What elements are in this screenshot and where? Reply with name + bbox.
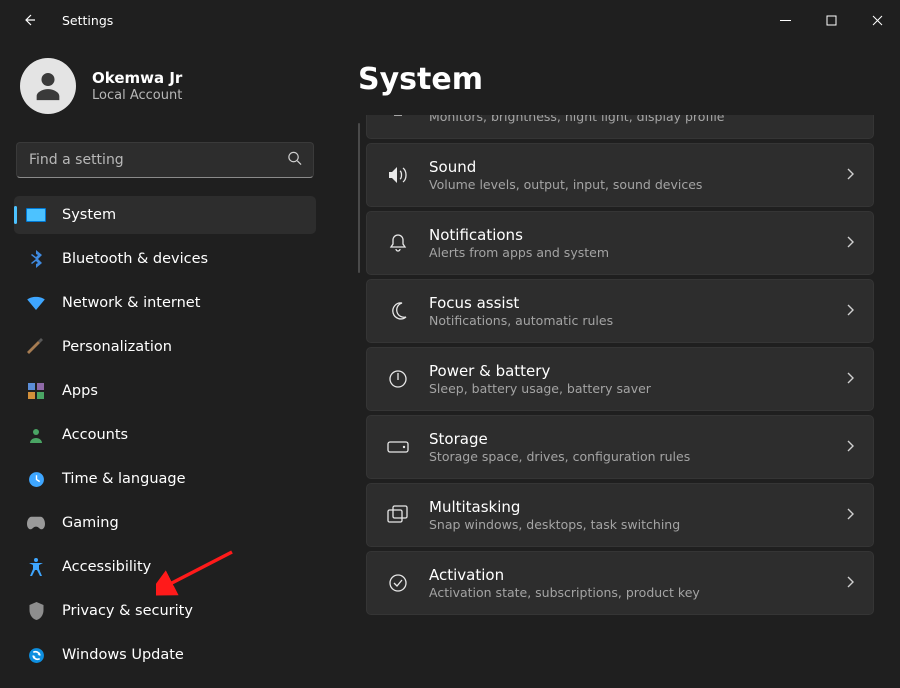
sidebar-item-label: Privacy & security [62, 603, 193, 619]
sidebar-item-label: Accessibility [62, 559, 151, 575]
back-button[interactable] [20, 10, 40, 30]
moon-icon [385, 301, 411, 321]
minimize-button[interactable] [762, 0, 808, 40]
gaming-icon [26, 513, 46, 533]
page-title: System [358, 62, 874, 97]
card-sound[interactable]: Sound Volume levels, output, input, soun… [366, 143, 874, 207]
avatar [20, 58, 76, 114]
accessibility-icon [26, 557, 46, 577]
sound-icon [385, 166, 411, 184]
card-title: Notifications [429, 226, 845, 244]
avatar-icon [31, 69, 65, 103]
storage-icon [385, 441, 411, 453]
sidebar-item-time-language[interactable]: Time & language [14, 460, 316, 498]
clock-icon [26, 469, 46, 489]
chevron-right-icon [845, 506, 855, 525]
card-focus-assist[interactable]: Focus assist Notifications, automatic ru… [366, 279, 874, 343]
sidebar-item-accounts[interactable]: Accounts [14, 416, 316, 454]
chevron-right-icon [845, 438, 855, 457]
apps-icon [26, 381, 46, 401]
chevron-right-icon [845, 574, 855, 593]
card-power-battery[interactable]: Power & battery Sleep, battery usage, ba… [366, 347, 874, 411]
sidebar-item-gaming[interactable]: Gaming [14, 504, 316, 542]
user-subtitle: Local Account [92, 88, 182, 103]
chevron-right-icon [845, 234, 855, 253]
shield-icon [26, 601, 46, 621]
card-title: Storage [429, 430, 845, 448]
minimize-icon [780, 15, 791, 26]
card-subtitle: Snap windows, desktops, task switching [429, 517, 845, 532]
card-subtitle: Activation state, subscriptions, product… [429, 585, 845, 600]
main-panel: System Display Monitors, brightness, nig… [330, 40, 900, 688]
card-title: Sound [429, 158, 845, 176]
sidebar-item-windows-update[interactable]: Windows Update [14, 636, 316, 674]
sidebar-item-system[interactable]: System [14, 196, 316, 234]
sidebar: Okemwa Jr Local Account System Bluetooth… [0, 40, 330, 688]
window-title: Settings [62, 13, 113, 28]
main-scroll[interactable]: Display Monitors, brightness, night ligh… [358, 115, 874, 679]
sidebar-item-label: Bluetooth & devices [62, 251, 208, 267]
wifi-icon [26, 293, 46, 313]
scroll-divider [358, 123, 360, 273]
profile-block[interactable]: Okemwa Jr Local Account [14, 58, 316, 132]
back-arrow-icon [22, 12, 38, 28]
multitasking-icon [385, 505, 411, 525]
card-storage[interactable]: Storage Storage space, drives, configura… [366, 415, 874, 479]
sidebar-item-privacy[interactable]: Privacy & security [14, 592, 316, 630]
sidebar-item-label: Apps [62, 383, 98, 399]
sidebar-item-network[interactable]: Network & internet [14, 284, 316, 322]
card-notifications[interactable]: Notifications Alerts from apps and syste… [366, 211, 874, 275]
chevron-right-icon [845, 166, 855, 185]
power-icon [385, 369, 411, 389]
card-activation[interactable]: Activation Activation state, subscriptio… [366, 551, 874, 615]
sidebar-item-label: Accounts [62, 427, 128, 443]
chevron-right-icon [845, 370, 855, 389]
card-subtitle: Notifications, automatic rules [429, 313, 845, 328]
sidebar-item-apps[interactable]: Apps [14, 372, 316, 410]
card-title: Power & battery [429, 362, 845, 380]
card-subtitle: Volume levels, output, input, sound devi… [429, 177, 845, 192]
titlebar: Settings [0, 0, 900, 40]
system-icon [26, 205, 46, 225]
card-subtitle: Alerts from apps and system [429, 245, 845, 260]
sidebar-nav: System Bluetooth & devices Network & int… [14, 196, 316, 674]
sidebar-item-bluetooth[interactable]: Bluetooth & devices [14, 240, 316, 278]
sidebar-item-label: Personalization [62, 339, 172, 355]
chevron-right-icon [845, 302, 855, 321]
sidebar-item-label: Windows Update [62, 647, 184, 663]
card-display[interactable]: Display Monitors, brightness, night ligh… [366, 115, 874, 139]
card-subtitle: Storage space, drives, configuration rul… [429, 449, 845, 464]
search-input[interactable] [16, 142, 314, 178]
card-title: Multitasking [429, 498, 845, 516]
bell-icon [385, 233, 411, 253]
search-wrap [16, 142, 314, 178]
personalization-icon [26, 337, 46, 357]
display-icon [385, 115, 411, 116]
update-icon [26, 645, 46, 665]
accounts-icon [26, 425, 46, 445]
user-name: Okemwa Jr [92, 69, 182, 87]
activation-icon [385, 573, 411, 593]
sidebar-item-label: System [62, 207, 116, 223]
sidebar-item-label: Network & internet [62, 295, 200, 311]
maximize-button[interactable] [808, 0, 854, 40]
window-controls [762, 0, 900, 40]
card-title: Activation [429, 566, 845, 584]
sidebar-item-label: Time & language [62, 471, 186, 487]
card-subtitle: Monitors, brightness, night light, displ… [429, 115, 845, 124]
card-title: Focus assist [429, 294, 845, 312]
sidebar-item-personalization[interactable]: Personalization [14, 328, 316, 366]
bluetooth-icon [26, 249, 46, 269]
maximize-icon [826, 15, 837, 26]
close-icon [872, 15, 883, 26]
close-button[interactable] [854, 0, 900, 40]
sidebar-item-label: Gaming [62, 515, 119, 531]
sidebar-item-accessibility[interactable]: Accessibility [14, 548, 316, 586]
card-multitasking[interactable]: Multitasking Snap windows, desktops, tas… [366, 483, 874, 547]
chevron-right-icon [845, 115, 855, 117]
card-subtitle: Sleep, battery usage, battery saver [429, 381, 845, 396]
